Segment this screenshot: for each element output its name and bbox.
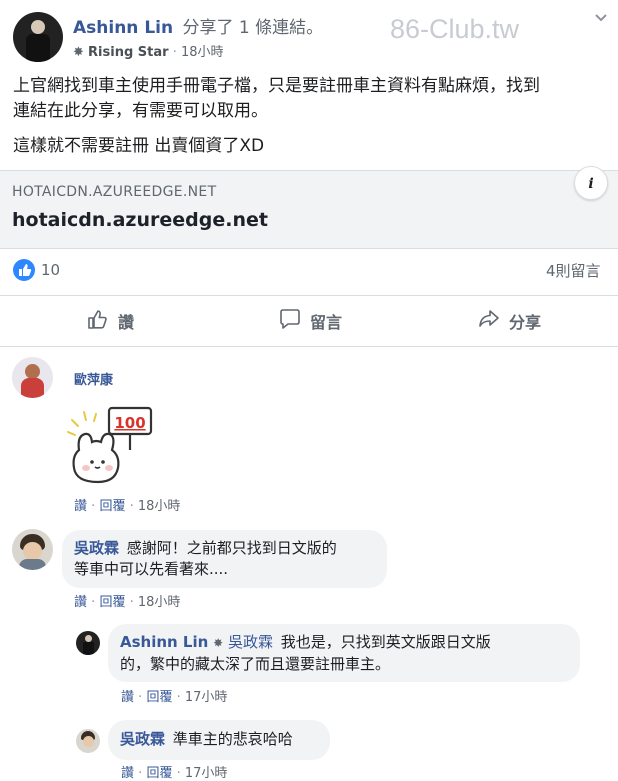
comment-author[interactable]: 歐萍康 <box>74 369 113 388</box>
watermark: 86-Club.tw <box>390 14 520 44</box>
commenter-avatar[interactable] <box>12 357 53 398</box>
reply-actions: 讚 · 回覆 · 17小時 <box>121 766 228 781</box>
comment-reply-link[interactable]: 回覆 <box>99 595 125 610</box>
star-icon: ✸ <box>213 636 224 650</box>
link-title[interactable]: hotaicdn.azureedge.net <box>12 209 268 231</box>
post-author-name[interactable]: Ashinn Lin <box>73 18 173 38</box>
post-text-line: 這樣就不需要註冊 出賣個資了XD <box>13 136 265 156</box>
author-avatar[interactable] <box>13 12 63 62</box>
reply-author[interactable]: Ashinn Lin <box>120 633 208 651</box>
star-icon: ✸ <box>73 45 84 60</box>
sticker-image[interactable]: 100 <box>66 406 166 484</box>
reply-text: 我也是，只找到英文版跟日文版 <box>280 633 491 651</box>
share-label: 分享 <box>509 313 542 332</box>
reply-text: 準車主的悲哀哈哈 <box>172 730 293 748</box>
post-text: 上官網找到車主使用手冊電子檔，只是要註冊車主資料有點麻煩，找到 連結在此分享，有… <box>13 74 613 159</box>
divider <box>0 346 618 347</box>
post-meta-line: ✸ Rising Star · 18小時 <box>73 45 224 60</box>
reply-avatar[interactable] <box>76 729 100 753</box>
comment-reply-link[interactable]: 回覆 <box>99 499 125 514</box>
comment-actions: 讚 · 回覆 · 18小時 <box>74 595 181 610</box>
reply-reply-link[interactable]: 回覆 <box>146 690 172 705</box>
share-button[interactable]: 分享 <box>477 307 541 335</box>
reply-timestamp[interactable]: 17小時 <box>185 766 228 781</box>
share-icon <box>477 307 501 335</box>
post-header-line: Ashinn Lin 分享了 1 條連結。 <box>73 13 323 38</box>
comment-timestamp[interactable]: 18小時 <box>138 595 181 610</box>
comment-text: 感謝阿！之前都只找到日文版的 <box>126 539 337 557</box>
comment-actions: 讚 · 回覆 · 18小時 <box>74 499 181 514</box>
thumbs-up-icon <box>86 307 110 335</box>
info-icon[interactable]: i <box>574 166 608 200</box>
post-action-text: 分享了 1 條連結。 <box>182 18 324 38</box>
link-preview-card[interactable]: HOTAICDN.AZUREEDGE.NET hotaicdn.azureedg… <box>0 166 618 249</box>
like-count[interactable]: 10 <box>41 261 60 279</box>
link-domain: HOTAICDN.AZUREEDGE.NET <box>12 184 217 200</box>
comment-icon <box>278 307 302 335</box>
like-label: 讚 <box>118 313 135 332</box>
like-button[interactable]: 讚 <box>86 307 134 335</box>
comment-bubble: 吳政霖 感謝阿！之前都只找到日文版的 等車中可以先看著來.... <box>62 530 387 588</box>
reply-like-link[interactable]: 讚 <box>121 690 134 705</box>
like-reaction-icon[interactable] <box>13 259 35 281</box>
reply-avatar[interactable] <box>76 631 100 655</box>
post-timestamp[interactable]: 18小時 <box>181 45 224 60</box>
comment-author[interactable]: 吳政霖 <box>74 539 119 557</box>
post-options-chevron-icon[interactable] <box>591 8 611 28</box>
reply-actions: 讚 · 回覆 · 17小時 <box>121 690 228 705</box>
comment-like-link[interactable]: 讚 <box>74 595 87 610</box>
comment-button[interactable]: 留言 <box>278 307 342 335</box>
reply-author[interactable]: 吳政霖 <box>120 730 165 748</box>
divider <box>0 295 618 296</box>
reply-timestamp[interactable]: 17小時 <box>185 690 228 705</box>
sticker-text: 100 <box>114 414 145 432</box>
reply-reply-link[interactable]: 回覆 <box>146 766 172 781</box>
comment-count[interactable]: 4則留言 <box>546 260 601 281</box>
commenter-avatar[interactable] <box>12 529 53 570</box>
post-text-line: 上官網找到車主使用手冊電子檔，只是要註冊車主資料有點麻煩，找到 <box>13 76 540 96</box>
comment-text: 等車中可以先看著來.... <box>74 560 229 578</box>
rising-star-badge: Rising Star <box>88 45 169 60</box>
comment-timestamp[interactable]: 18小時 <box>138 499 181 514</box>
comment-like-link[interactable]: 讚 <box>74 499 87 514</box>
comment-label: 留言 <box>310 313 343 332</box>
reply-like-link[interactable]: 讚 <box>121 766 134 781</box>
reply-bubble: Ashinn Lin ✸ 吳政霖 我也是，只找到英文版跟日文版 的，繁中的藏太深… <box>108 624 580 682</box>
reply-bubble: 吳政霖 準車主的悲哀哈哈 <box>108 720 330 760</box>
reply-mention[interactable]: 吳政霖 <box>228 633 273 651</box>
reply-text: 的，繁中的藏太深了而且還要註冊車主。 <box>120 655 391 673</box>
post-text-line: 連結在此分享，有需要可以取用。 <box>13 101 268 121</box>
